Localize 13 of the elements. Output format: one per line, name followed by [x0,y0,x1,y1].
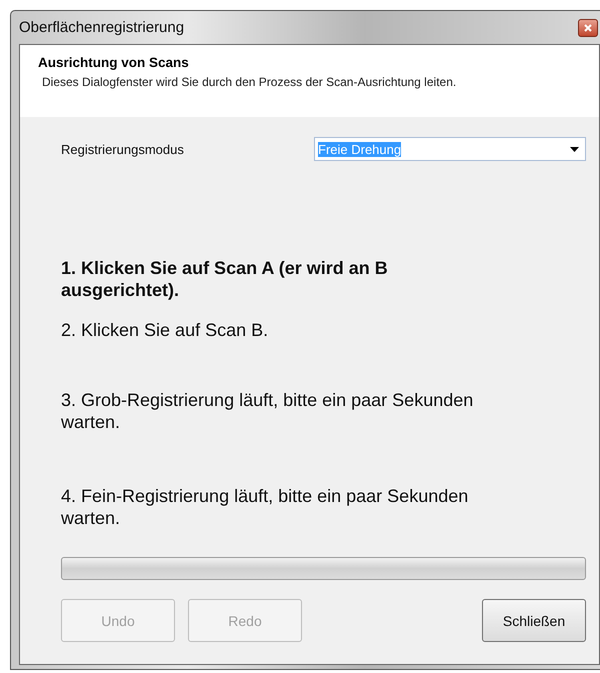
window-title: Oberflächenregistrierung [19,19,184,36]
dropdown-arrow-icon [570,146,579,152]
step-text: 4. Fein-Registrierung läuft, bitte ein paar Sekunden warten. [61,485,470,529]
dialog-button[interactable]: Schließen [482,599,586,642]
close-icon [584,24,592,32]
step-text: 3. Grob-Registrierung läuft, bitte ein paar Sekunden warten. [61,389,474,433]
mode-dropdown[interactable]: Freie Drehung [314,137,586,161]
step-text: 1. Klicken Sie auf Scan A (er wird an B ausgerichtet). [61,257,389,301]
close-button[interactable] [578,18,598,36]
header-description: Dieses Dialogfenster wird Sie durch den Prozess der Scan-Ausrichtung leiten. [41,75,458,89]
step-text: 2. Klicken Sie auf Scan B. [61,319,270,341]
mode-label: Registrierungsmodus [61,142,184,156]
header-title: Ausrichtung von Scans [38,55,190,70]
